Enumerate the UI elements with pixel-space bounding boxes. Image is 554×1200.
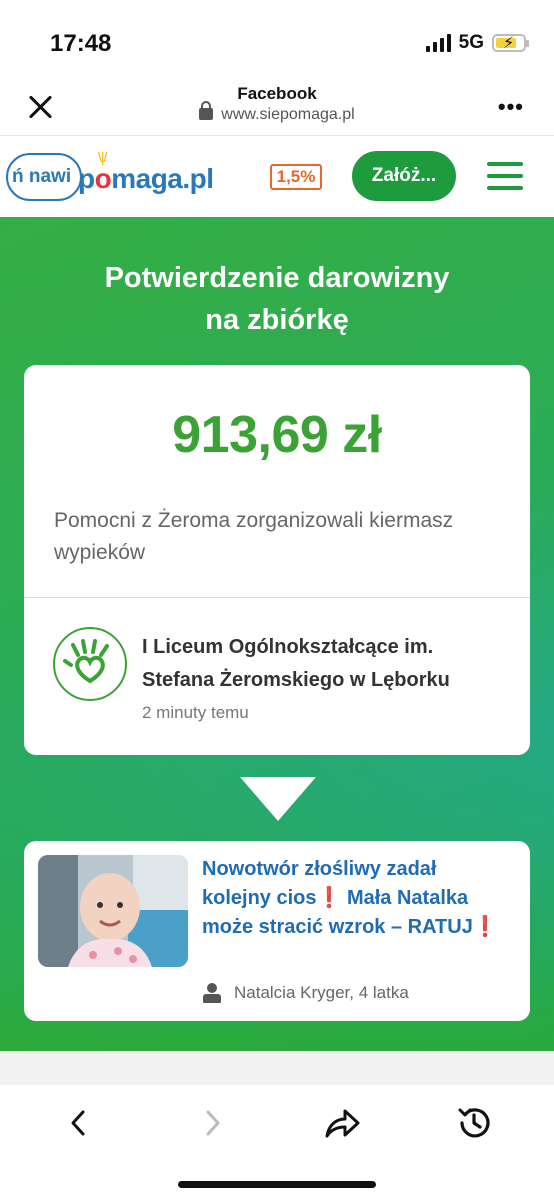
create-fundraiser-button[interactable]: Załóż... — [352, 151, 456, 201]
site-header: \|/ ń nawi pomaga.pl 1,5% Załóż... — [0, 137, 554, 217]
url-text: www.siepomaga.pl — [221, 106, 355, 123]
exclamation-icon: ❗ — [316, 887, 342, 909]
menu-icon[interactable] — [487, 162, 523, 190]
donation-amount: 913,69 zł — [172, 406, 382, 464]
divider — [24, 597, 530, 598]
battery-icon: ⚡ — [492, 34, 529, 52]
logo-text: pomaga.pl — [78, 163, 214, 194]
signal-icon — [425, 34, 451, 52]
home-indicator — [178, 1181, 376, 1188]
browser-title: Facebook — [237, 84, 317, 103]
status-bar: 17:48 5G ⚡ — [0, 0, 554, 80]
person-icon — [202, 983, 222, 1003]
status-time: 17:48 — [50, 30, 112, 57]
donation-description: Pomocni z Żeroma zorganizowali kiermasz … — [54, 509, 454, 564]
browser-toolbar — [0, 1085, 554, 1200]
exclamation-icon: ❗ — [472, 916, 498, 938]
share-icon[interactable] — [318, 1099, 366, 1147]
fundraiser-title[interactable]: Nowotwór złośliwy zadał kolejny cios❗ Ma… — [202, 855, 510, 942]
more-icon[interactable]: ••• — [498, 94, 524, 120]
browser-bar: Facebook www.siepomaga.pl ••• — [0, 80, 554, 136]
donation-card: 913,69 zł Pomocni z Żeroma zorganizowali… — [24, 365, 530, 755]
tax-badge[interactable]: 1,5% — [270, 164, 322, 190]
page-footer-strip — [0, 1051, 554, 1085]
hero-section: Potwierdzenie darowizny na zbiórkę 913,6… — [0, 217, 554, 1051]
arrow-down-icon — [240, 777, 316, 821]
hand-heart-icon — [53, 627, 127, 701]
back-icon[interactable] — [55, 1099, 103, 1147]
forward-icon[interactable] — [188, 1099, 236, 1147]
browser-url[interactable]: www.siepomaga.pl — [0, 101, 554, 124]
fundraiser-beneficiary: Natalcia Kryger, 4 latka — [202, 983, 409, 1003]
page-title: Potwierdzenie darowizny na zbiórkę — [104, 262, 450, 336]
history-icon[interactable] — [450, 1099, 498, 1147]
donation-time: 2 minuty temu — [142, 703, 249, 722]
lock-icon — [199, 101, 214, 120]
fundraiser-card[interactable]: Nowotwór złośliwy zadał kolejny cios❗ Ma… — [24, 841, 530, 1021]
beneficiary-name: Natalcia Kryger, 4 latka — [234, 983, 409, 1002]
status-indicators: 5G ⚡ — [425, 32, 529, 54]
logo-bubble: ń nawi — [6, 153, 82, 201]
fundraiser-photo[interactable] — [38, 855, 188, 967]
network-label: 5G — [458, 32, 484, 53]
site-logo[interactable]: \|/ ń nawi pomaga.pl — [6, 149, 216, 205]
organization-name[interactable]: I Liceum Ogólnokształcące im. Stefana Że… — [142, 631, 510, 697]
